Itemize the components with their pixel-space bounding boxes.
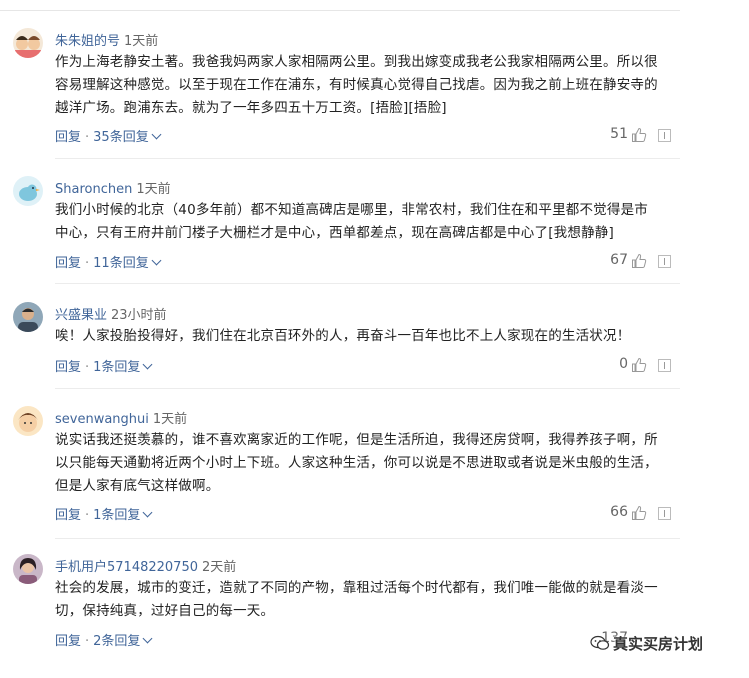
comment-meta: Sharonchen 1天前 [55,178,171,197]
thumbs-up-icon[interactable] [631,357,647,373]
comment-divider [55,538,680,539]
comment-item: 兴盛果业 23小时前 唉！人家投胎投得好，我们住在北京百环外的人，再奋斗一百年也比… [0,302,700,392]
view-replies-button[interactable]: 11条回复 [93,255,162,271]
chevron-down-icon [142,633,153,644]
comment-line: 唉！人家投胎投得好，我们住在北京百环外的人，再奋斗一百年也比不上人家现在的生活状… [55,328,631,344]
comment-line: 社会的发展，城市的变迁，造就了不同的产物，靠租过活每个时代都有，我们唯一能做的就… [55,580,658,596]
top-divider [0,10,680,11]
comment-text: 社会的发展，城市的变迁，造就了不同的产物，靠租过活每个时代都有，我们唯一能做的就… [55,577,680,623]
comment-divider [55,283,680,284]
watermark-text: 真实买房计划 [613,635,704,653]
username-link[interactable]: 手机用户57148220750 [55,560,198,575]
comment-line: 越洋广场。跑浦东去。就为了一年多四五十万工资。[捂脸][捂脸] [55,100,447,116]
like-count: 66 [610,504,628,520]
username-link[interactable]: 兴盛果业 [55,308,107,323]
username-link[interactable]: 朱朱姐的号 [55,34,120,49]
view-replies-button[interactable]: 1条回复 [93,507,153,523]
comment-text: 作为上海老静安土著。我爸我妈两家人家相隔两公里。到我出嫁变成我老公我家相隔两公里… [55,51,680,120]
username-link[interactable]: Sharonchen [55,182,132,197]
comment-item: sevenwanghui 1天前 说实话我还挺羡慕的，谁不喜欢离家近的工作呢，但是… [0,406,700,539]
comment-divider [55,388,680,389]
like-count: 0 [619,356,628,372]
like-count: 51 [610,126,628,142]
view-replies-button[interactable]: 1条回复 [93,359,153,375]
comment-item: Sharonchen 1天前 我们小时候的北京（40多年前）都不知道高碑店是哪里，… [0,176,700,286]
comment-time: 1天前 [152,412,188,427]
watermark: 真实买房计划 [590,633,703,654]
reply-button[interactable]: 回复 [55,360,81,375]
comment-time: 2天前 [201,560,237,575]
comment-meta: 手机用户57148220750 2天前 [55,556,236,575]
comment-actions: 回复 · 11条回复 [55,252,162,271]
comment-text: 唉！人家投胎投得好，我们住在北京百环外的人，再奋斗一百年也比不上人家现在的生活状… [55,325,680,348]
comment-time: 23小时前 [111,308,167,323]
woman-photo-avatar[interactable] [13,554,43,584]
report-icon[interactable] [658,359,671,372]
view-replies-button[interactable]: 2条回复 [93,633,153,649]
comment-line: 但是人家有底气这样做啊。 [55,478,220,494]
comment-actions: 回复 · 1条回复 [55,356,153,375]
comment-text: 说实话我还挺羡慕的，谁不喜欢离家近的工作呢，但是生活所迫，我得还房贷啊，我得养孩… [55,429,680,498]
report-icon[interactable] [658,507,671,520]
thumbs-up-icon[interactable] [631,505,647,521]
comment-item: 朱朱姐的号 1天前 作为上海老静安土著。我爸我妈两家人家相隔两公里。到我出嫁变成我… [0,28,700,159]
report-icon[interactable] [658,255,671,268]
comment-line: 中心，只有王府井前门楼子大栅栏才是中心，西单都差点，现在高碑店都是中心了[我想静… [55,225,614,241]
reply-button[interactable]: 回复 [55,508,81,523]
view-replies-button[interactable]: 35条回复 [93,129,162,145]
reply-button[interactable]: 回复 [55,130,81,145]
thumbs-up-icon[interactable] [631,253,647,269]
comment-meta: 朱朱姐的号 1天前 [55,30,158,49]
chevron-down-icon [151,255,162,266]
comment-text: 我们小时候的北京（40多年前）都不知道高碑店是哪里，非常农村，我们住在和平里都不… [55,199,680,245]
thumbs-up-icon[interactable] [631,127,647,143]
comment-line: 说实话我还挺羡慕的，谁不喜欢离家近的工作呢，但是生活所迫，我得还房贷啊，我得养孩… [55,432,658,448]
comment-actions: 回复 · 2条回复 [55,630,153,649]
chevron-down-icon [151,129,162,140]
comment-line: 切，保持纯真，过好自己的每一天。 [55,603,275,619]
comment-time: 1天前 [136,182,171,197]
report-icon[interactable] [658,129,671,142]
comment-line: 容易理解这种感觉。以至于现在工作在浦东，有时候真心觉得自己找虐。因为我之前上班在… [55,77,658,93]
comment-actions: 回复 · 1条回复 [55,504,153,523]
chevron-down-icon [142,359,153,370]
chevron-down-icon [142,507,153,518]
comment-meta: 兴盛果业 23小时前 [55,304,167,323]
like-count: 67 [610,252,628,268]
person-photo-avatar[interactable] [13,302,43,332]
bird-avatar[interactable] [13,176,43,206]
comment-time: 1天前 [124,34,159,49]
comment-line: 以只能每天通勤将近两个小时上下班。人家这种生活，你可以说是不思进取或者说是米虫般… [55,455,658,471]
cartoon-child-avatar[interactable] [13,406,43,436]
comment-meta: sevenwanghui 1天前 [55,408,187,427]
cartoon-kids-avatar[interactable] [13,28,43,58]
comment-actions: 回复 · 35条回复 [55,126,162,145]
wechat-icon [590,635,610,650]
comment-line: 作为上海老静安土著。我爸我妈两家人家相隔两公里。到我出嫁变成我老公我家相隔两公里… [55,54,658,70]
comment-line: 我们小时候的北京（40多年前）都不知道高碑店是哪里，非常农村，我们住在和平里都不… [55,202,648,218]
reply-button[interactable]: 回复 [55,256,81,271]
username-link[interactable]: sevenwanghui [55,412,149,427]
comment-divider [55,158,680,159]
reply-button[interactable]: 回复 [55,634,81,649]
